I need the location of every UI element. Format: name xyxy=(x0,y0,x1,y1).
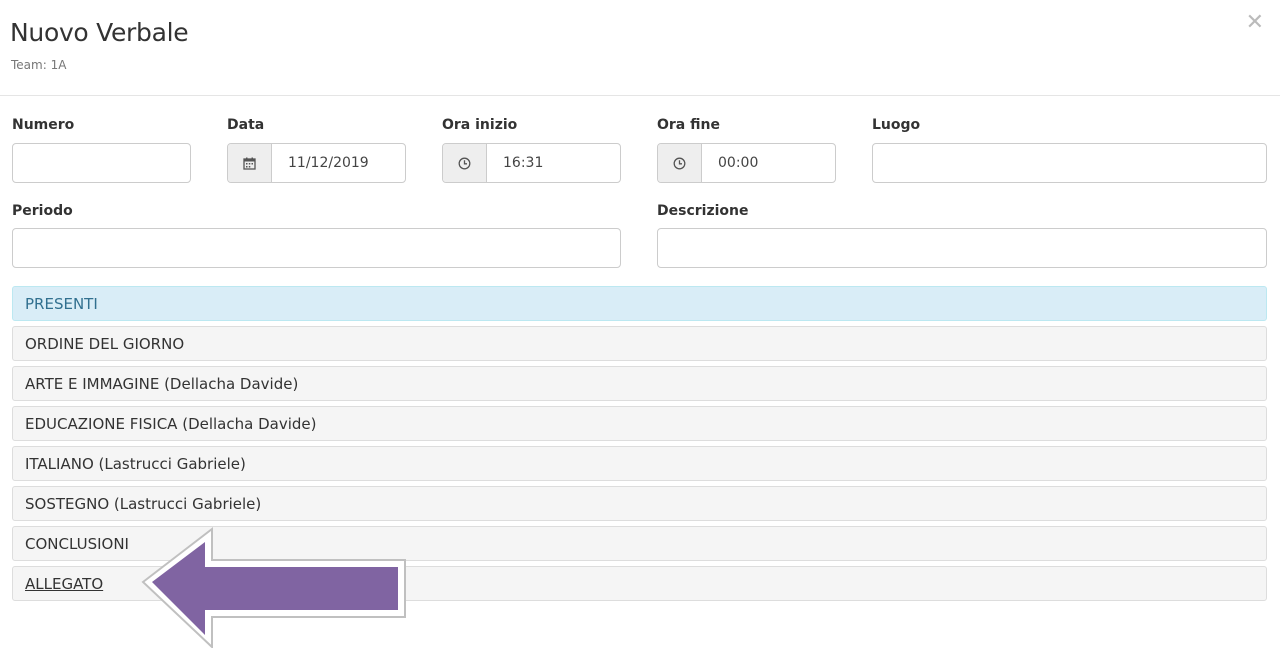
ora-inizio-value: 16:31 xyxy=(503,155,544,171)
page-title: Nuovo Verbale xyxy=(10,18,189,47)
section-italiano[interactable]: ITALIANO (Lastrucci Gabriele) xyxy=(12,446,1267,481)
section-label: ARTE E IMMAGINE (Dellacha Davide) xyxy=(25,374,299,393)
ora-inizio-label: Ora inizio xyxy=(442,117,518,133)
sections-list: PRESENTI ORDINE DEL GIORNO ARTE E IMMAGI… xyxy=(12,286,1267,606)
data-field[interactable]: 11/12/2019 xyxy=(227,143,406,183)
section-label: EDUCAZIONE FISICA (Dellacha Davide) xyxy=(25,414,317,433)
ora-fine-field[interactable]: 00:00 xyxy=(657,143,836,183)
luogo-label: Luogo xyxy=(872,117,921,133)
close-icon[interactable]: ✕ xyxy=(1246,12,1264,34)
descrizione-label: Descrizione xyxy=(657,203,749,219)
ora-fine-label: Ora fine xyxy=(657,117,720,133)
data-value: 11/12/2019 xyxy=(288,155,369,171)
calendar-icon[interactable] xyxy=(228,144,272,182)
section-label: ITALIANO (Lastrucci Gabriele) xyxy=(25,454,246,473)
section-ordine-del-giorno[interactable]: ORDINE DEL GIORNO xyxy=(12,326,1267,361)
ora-fine-value: 00:00 xyxy=(718,155,759,171)
clock-icon[interactable] xyxy=(658,144,702,182)
data-label: Data xyxy=(227,117,265,133)
section-label: SOSTEGNO (Lastrucci Gabriele) xyxy=(25,494,262,513)
numero-label: Numero xyxy=(12,117,75,133)
section-conclusioni[interactable]: CONCLUSIONI xyxy=(12,526,1267,561)
luogo-value xyxy=(873,144,1266,182)
descrizione-field[interactable] xyxy=(657,228,1267,268)
ora-inizio-field[interactable]: 16:31 xyxy=(442,143,621,183)
section-arte-e-immagine[interactable]: ARTE E IMMAGINE (Dellacha Davide) xyxy=(12,366,1267,401)
team-subtitle: Team: 1A xyxy=(11,58,67,72)
section-label: ALLEGATO xyxy=(25,574,104,593)
periodo-value xyxy=(13,229,620,267)
luogo-field[interactable] xyxy=(872,143,1267,183)
section-educazione-fisica[interactable]: EDUCAZIONE FISICA (Dellacha Davide) xyxy=(12,406,1267,441)
periodo-field[interactable] xyxy=(12,228,621,268)
section-label: ORDINE DEL GIORNO xyxy=(25,334,185,353)
section-label: PRESENTI xyxy=(25,294,98,313)
descrizione-value xyxy=(658,229,1266,267)
clock-icon[interactable] xyxy=(443,144,487,182)
section-allegato[interactable]: ALLEGATO xyxy=(12,566,1267,601)
section-presenti[interactable]: PRESENTI xyxy=(12,286,1267,321)
periodo-label: Periodo xyxy=(12,203,73,219)
numero-value xyxy=(13,144,190,182)
section-label: CONCLUSIONI xyxy=(25,534,129,553)
numero-field[interactable] xyxy=(12,143,191,183)
section-sostegno[interactable]: SOSTEGNO (Lastrucci Gabriele) xyxy=(12,486,1267,521)
modal-header: Nuovo Verbale Team: 1A ✕ xyxy=(0,0,1280,96)
